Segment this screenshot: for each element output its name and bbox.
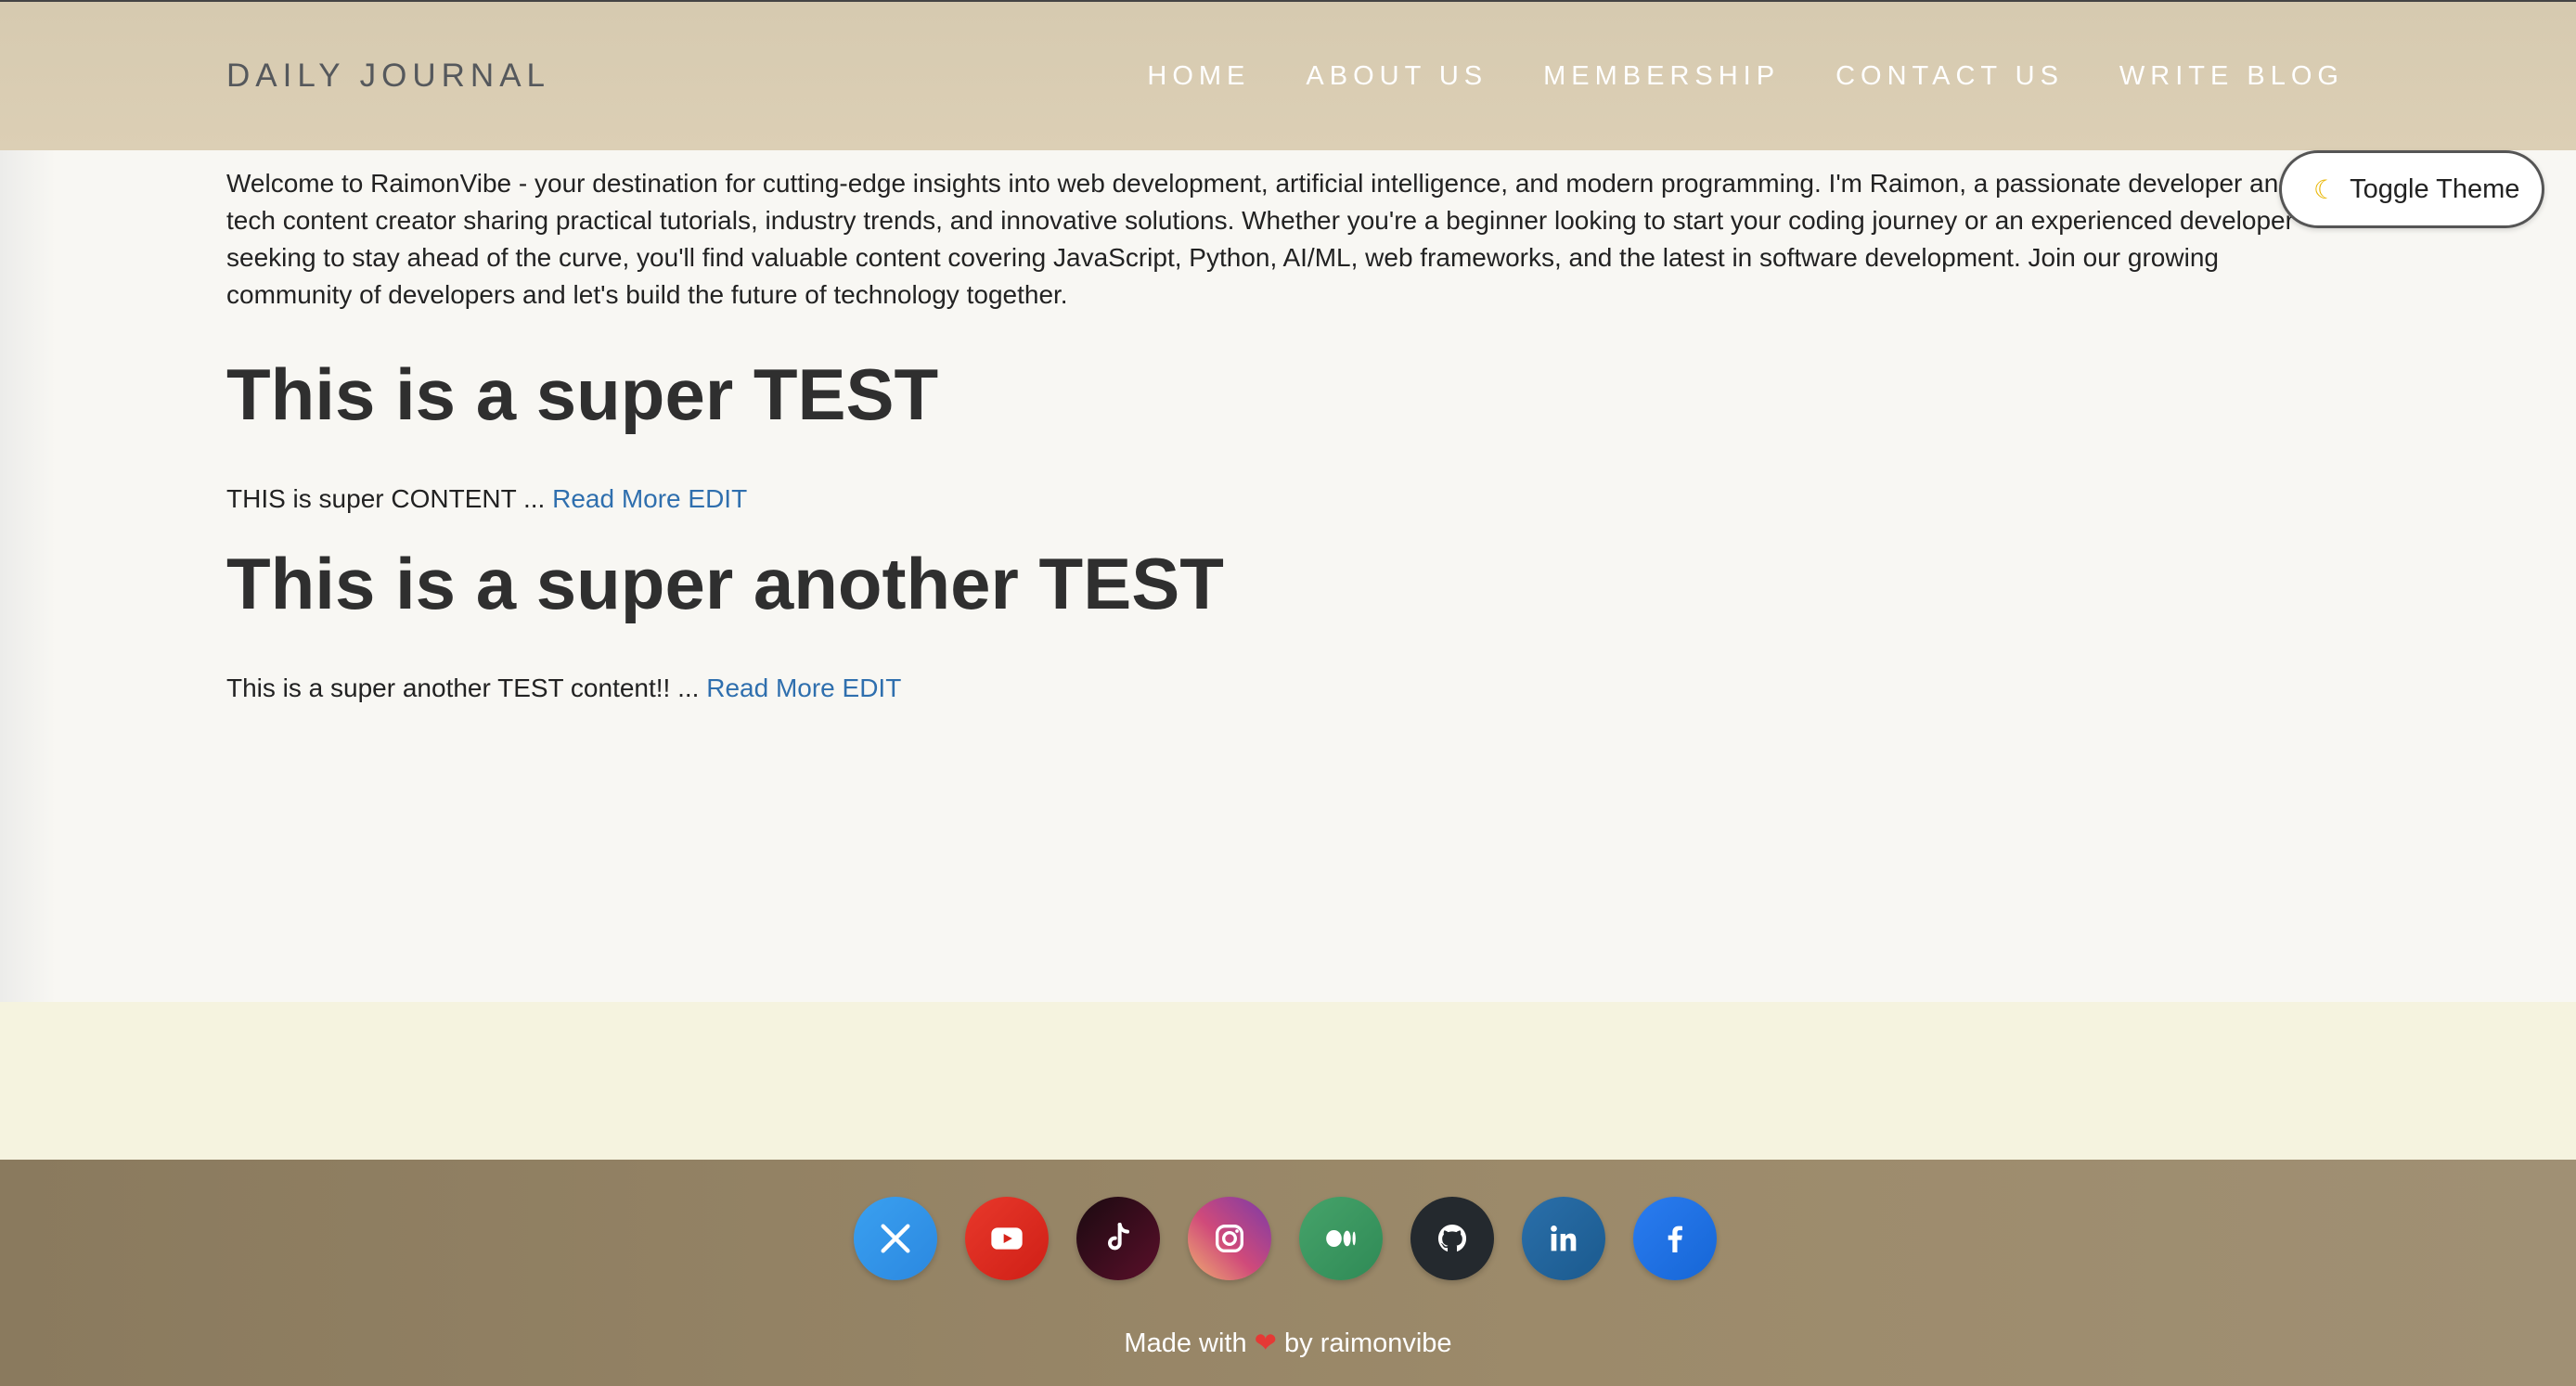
instagram-icon[interactable] bbox=[1188, 1197, 1271, 1280]
top-navbar: DAILY JOURNAL HOME ABOUT US MEMBERSHIP C… bbox=[0, 0, 2576, 150]
credit-prefix: Made with bbox=[1124, 1328, 1247, 1358]
main-content: Welcome to RaimonVibe - your destination… bbox=[226, 165, 2333, 707]
edit-link[interactable]: EDIT bbox=[843, 674, 902, 702]
post-excerpt: This is a super another TEST content!! .… bbox=[226, 674, 700, 702]
edit-link[interactable]: EDIT bbox=[688, 484, 747, 513]
moon-icon: ☾ bbox=[2313, 174, 2338, 204]
social-links bbox=[854, 1197, 1717, 1280]
read-more-link[interactable]: Read More bbox=[552, 484, 681, 513]
nav-home[interactable]: HOME bbox=[1147, 61, 1250, 92]
nav-membership[interactable]: MEMBERSHIP bbox=[1543, 61, 1780, 92]
x-icon[interactable] bbox=[854, 1197, 937, 1280]
site-footer: Made with ❤ by raimonvibe bbox=[0, 1160, 2576, 1386]
post-excerpt: THIS is super CONTENT ... bbox=[226, 484, 546, 513]
post-excerpt-line: This is a super another TEST content!! .… bbox=[226, 670, 2333, 707]
nav-write-blog[interactable]: WRITE BLOG bbox=[2119, 61, 2344, 92]
medium-icon[interactable] bbox=[1299, 1197, 1383, 1280]
toggle-theme-label: Toggle Theme bbox=[2350, 173, 2520, 204]
facebook-icon[interactable] bbox=[1633, 1197, 1717, 1280]
left-shade bbox=[0, 150, 56, 1002]
nav-about-us[interactable]: ABOUT US bbox=[1306, 61, 1488, 92]
post-title: This is a super TEST bbox=[226, 353, 939, 435]
youtube-icon[interactable] bbox=[965, 1197, 1049, 1280]
tiktok-icon[interactable] bbox=[1076, 1197, 1160, 1280]
footer-credit: Made with ❤ by raimonvibe bbox=[0, 1327, 2576, 1359]
read-more-link[interactable]: Read More bbox=[706, 674, 835, 702]
footer-spacer-band bbox=[0, 1002, 2576, 1160]
github-icon[interactable] bbox=[1410, 1197, 1494, 1280]
post-item: This is a super TEST THIS is super CONTE… bbox=[226, 353, 2333, 518]
credit-suffix: by raimonvibe bbox=[1284, 1328, 1452, 1358]
linkedin-icon[interactable] bbox=[1522, 1197, 1605, 1280]
post-item: This is a super another TEST This is a s… bbox=[226, 542, 2333, 707]
intro-text: Welcome to RaimonVibe - your destination… bbox=[226, 169, 2294, 309]
nav-contact-us[interactable]: CONTACT US bbox=[1835, 61, 2064, 92]
toggle-theme-button[interactable]: ☾ Toggle Theme bbox=[2279, 150, 2544, 228]
heart-icon: ❤ bbox=[1254, 1328, 1277, 1358]
main-nav: HOME ABOUT US MEMBERSHIP CONTACT US WRIT… bbox=[1147, 61, 2344, 92]
post-title: This is a super another TEST bbox=[226, 543, 1224, 624]
site-brand[interactable]: DAILY JOURNAL bbox=[226, 58, 550, 95]
post-excerpt-line: THIS is super CONTENT ... Read More EDIT bbox=[226, 481, 2333, 518]
